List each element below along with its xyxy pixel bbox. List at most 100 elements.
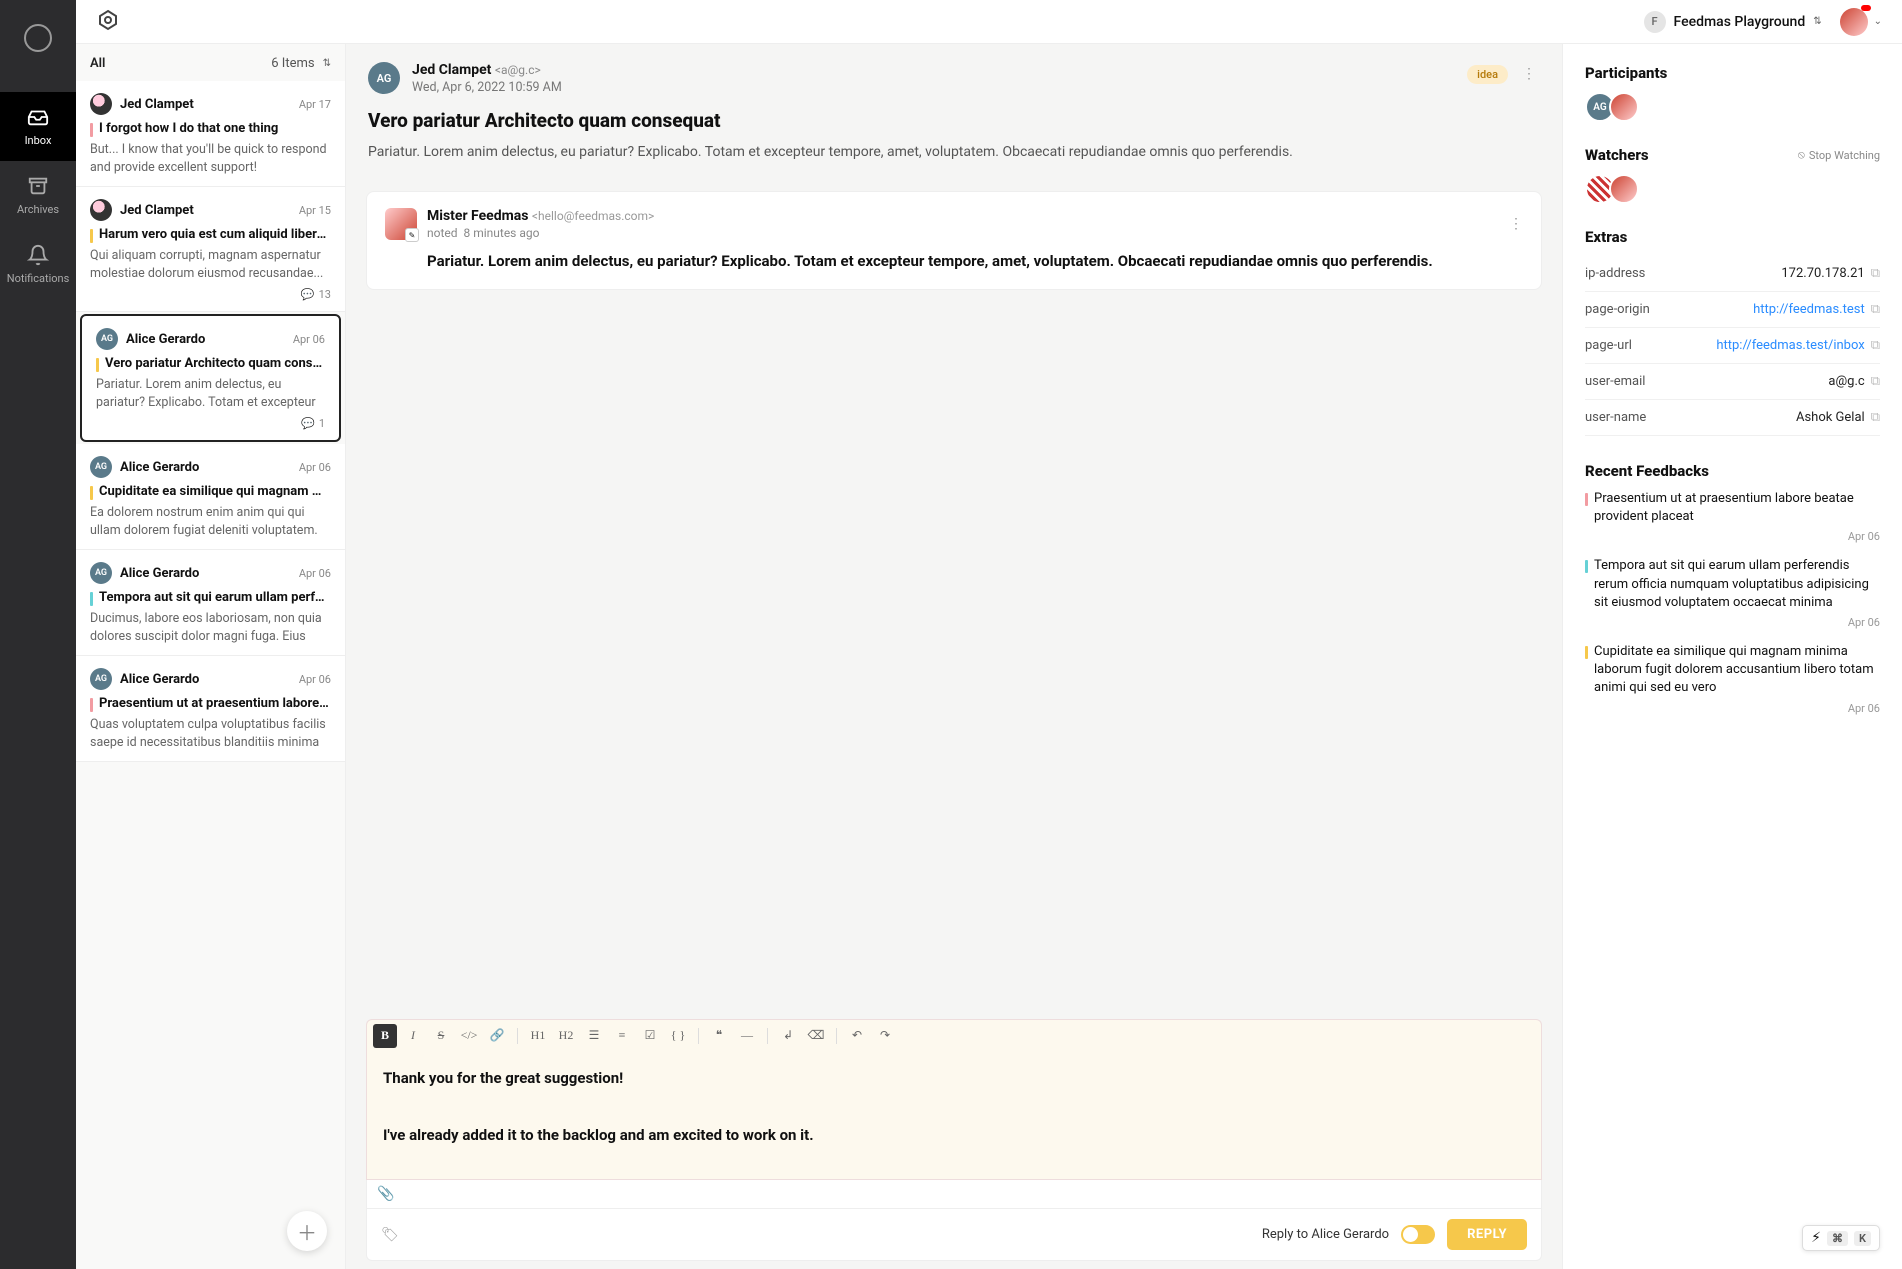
detail-sender-email: <a@g.c> bbox=[495, 63, 541, 77]
code-icon[interactable]: </> bbox=[457, 1024, 481, 1048]
extra-email-value: a@g.c bbox=[1828, 374, 1864, 389]
copy-icon[interactable]: ⧉ bbox=[1871, 266, 1880, 281]
item-preview: Quas voluptatem culpa voluptatibus facil… bbox=[90, 716, 331, 751]
sort-updown-icon[interactable]: ⇅ bbox=[323, 58, 331, 69]
ol-icon[interactable]: ≡ bbox=[610, 1024, 634, 1048]
tag-idea[interactable]: idea bbox=[1467, 65, 1508, 84]
item-avatar: AG bbox=[90, 668, 112, 690]
composer-toolbar: B I S </> 🔗 H1 H2 ☰ ≡ ☑ { } ❝ bbox=[366, 1019, 1542, 1052]
nav-inbox-label: Inbox bbox=[25, 134, 52, 147]
item-sender: Alice Gerardo bbox=[120, 566, 199, 581]
category-bar-icon bbox=[1585, 493, 1588, 506]
watcher-avatar[interactable] bbox=[1609, 174, 1639, 204]
eye-off-icon: ⦸ bbox=[1798, 148, 1805, 162]
detail-menu-icon[interactable]: ⋮ bbox=[1518, 62, 1540, 86]
codeblock-icon[interactable]: { } bbox=[666, 1024, 690, 1048]
workspace-switcher[interactable]: F Feedmas Playground ⇅ bbox=[1644, 11, 1822, 33]
italic-icon[interactable]: I bbox=[401, 1024, 425, 1048]
item-date: Apr 06 bbox=[299, 461, 331, 474]
chevron-down-icon: ⌄ bbox=[1874, 16, 1882, 27]
item-sender: Jed Clampet bbox=[120, 203, 194, 218]
extra-row-name: user-name Ashok Gelal⧉ bbox=[1585, 400, 1880, 436]
item-date: Apr 06 bbox=[293, 333, 325, 346]
item-subject: Cupiditate ea similique qui magnam minim… bbox=[99, 484, 331, 499]
composer-textarea[interactable]: Thank you for the great suggestion! I've… bbox=[366, 1052, 1542, 1181]
recent-feedback-item[interactable]: Praesentium ut at praesentium labore bea… bbox=[1585, 490, 1880, 543]
reply-toggle[interactable] bbox=[1401, 1225, 1435, 1244]
inbox-list[interactable]: Jed Clampet Apr 17 I forgot how I do tha… bbox=[76, 81, 345, 1269]
comment-count: 1 bbox=[319, 417, 325, 430]
item-avatar bbox=[90, 93, 112, 115]
clear-icon[interactable]: ⌫ bbox=[804, 1024, 828, 1048]
item-preview: Ea dolorem nostrum enim anim qui qui ull… bbox=[90, 504, 331, 539]
h2-icon[interactable]: H2 bbox=[554, 1024, 578, 1048]
bold-icon[interactable]: B bbox=[373, 1024, 397, 1048]
toolbar-separator bbox=[767, 1028, 768, 1044]
watchers-heading: Watchers bbox=[1585, 146, 1649, 164]
note-mode-icon[interactable]: 🏷 bbox=[381, 1227, 399, 1243]
inbox-item[interactable]: AG Alice Gerardo Apr 06 Cupiditate ea si… bbox=[76, 444, 345, 550]
recent-feedback-item[interactable]: Tempora aut sit qui earum ullam perferen… bbox=[1585, 557, 1880, 629]
item-avatar: AG bbox=[90, 562, 112, 584]
h1-icon[interactable]: H1 bbox=[526, 1024, 550, 1048]
copy-icon[interactable]: ⧉ bbox=[1871, 338, 1880, 353]
inbox-item[interactable]: AG Alice Gerardo Apr 06 Praesentium ut a… bbox=[76, 656, 345, 762]
category-bar-icon bbox=[90, 123, 93, 137]
hr-icon[interactable]: — bbox=[735, 1024, 759, 1048]
redo-icon[interactable]: ↷ bbox=[873, 1024, 897, 1048]
user-avatar-icon bbox=[1840, 8, 1868, 36]
nav-archives[interactable]: Archives bbox=[0, 161, 76, 230]
strike-icon[interactable]: S bbox=[429, 1024, 453, 1048]
participant-avatar[interactable] bbox=[1609, 92, 1639, 122]
item-avatar: AG bbox=[90, 456, 112, 478]
paperclip-icon: 📎 bbox=[377, 1186, 394, 1202]
item-subject: Praesentium ut at praesentium labore bea… bbox=[99, 696, 331, 711]
recent-title: Cupiditate ea similique qui magnam minim… bbox=[1594, 643, 1880, 698]
extra-url-link[interactable]: http://feedmas.test/inbox bbox=[1716, 338, 1864, 353]
inbox-filter-title[interactable]: All bbox=[90, 56, 105, 71]
nav-notifications[interactable]: Notifications bbox=[0, 230, 76, 299]
inbox-item[interactable]: AG Alice Gerardo Apr 06 Tempora aut sit … bbox=[76, 550, 345, 656]
recent-feedback-item[interactable]: Cupiditate ea similique qui magnam minim… bbox=[1585, 643, 1880, 715]
detail-date: Wed, Apr 6, 2022 10:59 AM bbox=[412, 80, 1455, 95]
quote-icon[interactable]: ❝ bbox=[707, 1024, 731, 1048]
recent-title: Tempora aut sit qui earum ullam perferen… bbox=[1594, 557, 1880, 612]
bell-icon bbox=[27, 244, 49, 266]
undo-icon[interactable]: ↶ bbox=[845, 1024, 869, 1048]
extra-name-value: Ashok Gelal bbox=[1796, 410, 1865, 425]
note-menu-icon[interactable]: ⋮ bbox=[1509, 216, 1523, 232]
copy-icon[interactable]: ⧉ bbox=[1871, 374, 1880, 389]
ul-icon[interactable]: ☰ bbox=[582, 1024, 606, 1048]
inbox-item[interactable]: Jed Clampet Apr 15 Harum vero quia est c… bbox=[76, 187, 345, 312]
cmd-key: ⌘ bbox=[1827, 1231, 1848, 1246]
user-menu[interactable]: ⌄ bbox=[1840, 8, 1882, 36]
participants-list: AG bbox=[1585, 92, 1880, 122]
stop-watching-button[interactable]: ⦸Stop Watching bbox=[1798, 148, 1880, 162]
app-logo-icon bbox=[24, 24, 52, 52]
extra-origin-link[interactable]: http://feedmas.test bbox=[1753, 302, 1865, 317]
participants-heading: Participants bbox=[1585, 64, 1880, 82]
comment-icon: 💬 bbox=[301, 288, 315, 301]
category-bar-icon bbox=[1585, 646, 1588, 659]
inbox-icon bbox=[27, 106, 49, 128]
item-preview: Qui aliquam corrupti, magnam aspernatur … bbox=[90, 247, 331, 282]
keyboard-hint[interactable]: ⚡︎ ⌘ K bbox=[1802, 1225, 1880, 1251]
compose-fab[interactable]: ＋ bbox=[287, 1211, 327, 1251]
reply-to-label: Reply to Alice Gerardo bbox=[1262, 1227, 1389, 1242]
item-date: Apr 15 bbox=[299, 204, 331, 217]
wrap-icon[interactable]: ↲ bbox=[776, 1024, 800, 1048]
inbox-item[interactable]: AG Alice Gerardo Apr 06 Vero pariatur Ar… bbox=[80, 314, 341, 442]
reply-button[interactable]: REPLY bbox=[1447, 1219, 1527, 1250]
composer-line: Thank you for the great suggestion! bbox=[383, 1064, 1525, 1093]
note-body: Pariatur. Lorem anim delectus, eu pariat… bbox=[427, 250, 1523, 273]
attachment-bar[interactable]: 📎 bbox=[366, 1180, 1542, 1209]
recent-date: Apr 06 bbox=[1585, 702, 1880, 715]
inbox-item[interactable]: Jed Clampet Apr 17 I forgot how I do tha… bbox=[76, 81, 345, 187]
nav-inbox[interactable]: Inbox bbox=[0, 92, 76, 161]
copy-icon[interactable]: ⧉ bbox=[1871, 302, 1880, 317]
link-icon[interactable]: 🔗 bbox=[485, 1024, 509, 1048]
note-time: 8 minutes ago bbox=[463, 226, 539, 240]
copy-icon[interactable]: ⧉ bbox=[1871, 410, 1880, 425]
checklist-icon[interactable]: ☑ bbox=[638, 1024, 662, 1048]
extra-ip-value: 172.70.178.21 bbox=[1781, 266, 1864, 281]
